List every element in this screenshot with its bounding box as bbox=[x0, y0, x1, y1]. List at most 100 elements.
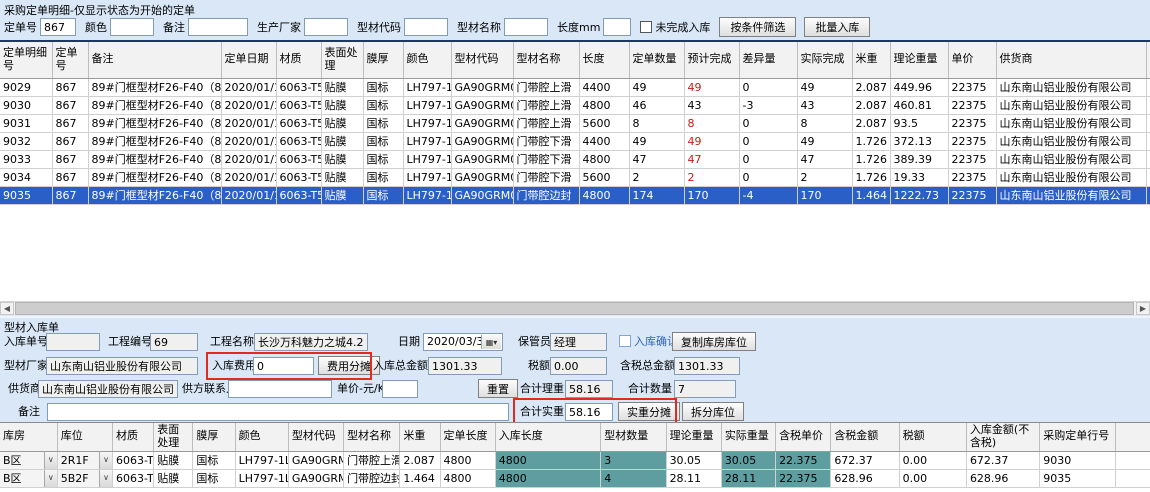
dropdown-arrow-icon[interactable]: ∨ bbox=[99, 452, 112, 469]
column-header[interactable]: 预计完成 bbox=[684, 42, 739, 78]
horizontal-scrollbar[interactable]: ◀ ▶ bbox=[0, 301, 1150, 315]
column-header[interactable]: 型材名称 bbox=[344, 423, 400, 451]
calendar-dropdown-icon[interactable]: ▦▾ bbox=[481, 335, 501, 349]
column-header[interactable]: 定单日期 bbox=[221, 42, 276, 78]
column-header[interactable]: 型材数量 bbox=[601, 423, 666, 451]
column-header[interactable]: 入库金额(不含税) bbox=[966, 423, 1039, 451]
filter-by-condition-button[interactable]: 按条件筛选 bbox=[719, 17, 796, 37]
column-header[interactable]: 型材代码 bbox=[451, 42, 513, 78]
table-row[interactable]: 903186789#门框型材F26-F40（866+867）2020/01/13… bbox=[0, 114, 1150, 132]
table-row[interactable]: 903386789#门框型材F26-F40（866+867）2020/01/13… bbox=[0, 150, 1150, 168]
column-header[interactable]: 含税金额 bbox=[831, 423, 899, 451]
table-row[interactable]: 903086789#门框型材F26-F40（866+867）2020/01/13… bbox=[0, 96, 1150, 114]
total-qty-label: 合计数量 bbox=[628, 380, 672, 398]
date-picker[interactable]: 2020/03/31 ▦▾ bbox=[423, 333, 503, 351]
weight-share-button[interactable]: 实重分摊 bbox=[618, 402, 680, 421]
dropdown-arrow-icon[interactable]: ∨ bbox=[99, 470, 112, 487]
supplier-contact-input[interactable] bbox=[228, 380, 332, 398]
column-header[interactable] bbox=[1115, 423, 1150, 451]
cell: 30.05 bbox=[666, 451, 721, 469]
project-name-input[interactable] bbox=[254, 333, 368, 351]
supplier-input[interactable] bbox=[38, 380, 178, 398]
project-no-input[interactable] bbox=[150, 333, 198, 351]
column-header[interactable]: 理论重量 bbox=[666, 423, 721, 451]
cell: 0 bbox=[739, 150, 797, 168]
table-row[interactable]: 902986789#门框型材F26-F40（866+867）2020/01/13… bbox=[0, 78, 1150, 96]
inbound-confirm-checkbox[interactable] bbox=[619, 335, 631, 347]
table-row[interactable]: 903486789#门框型材F26-F40（866+867）2020/01/13… bbox=[0, 168, 1150, 186]
column-header[interactable]: 表面处理 bbox=[321, 42, 363, 78]
total-amount-input[interactable] bbox=[428, 357, 502, 375]
column-header[interactable]: 米重 bbox=[400, 423, 440, 451]
column-header[interactable]: 差异量 bbox=[739, 42, 797, 78]
batch-inbound-button[interactable]: 批量入库 bbox=[804, 17, 870, 37]
color-input[interactable] bbox=[110, 18, 154, 36]
cell: 22.375 bbox=[776, 451, 831, 469]
column-header[interactable]: 材质 bbox=[276, 42, 321, 78]
column-header[interactable]: 税额 bbox=[899, 423, 966, 451]
cell: 43 bbox=[797, 96, 852, 114]
manufacturer-input[interactable] bbox=[304, 18, 348, 36]
profile-code-input[interactable] bbox=[404, 18, 448, 36]
reset-button[interactable]: 重置 bbox=[478, 379, 518, 398]
column-header[interactable]: 定单号 bbox=[52, 42, 88, 78]
column-header[interactable]: 材质 bbox=[113, 423, 154, 451]
scrollbar-thumb[interactable] bbox=[15, 302, 1134, 315]
column-header[interactable]: 定单明细号 bbox=[0, 42, 52, 78]
column-header[interactable]: 库房 bbox=[0, 423, 57, 451]
inbound-fee-input[interactable] bbox=[253, 357, 314, 375]
inbound-remark-input[interactable] bbox=[47, 403, 509, 421]
column-header[interactable]: 膜厚 bbox=[193, 423, 235, 451]
cell: 1.726 bbox=[852, 150, 890, 168]
column-header[interactable] bbox=[1146, 42, 1150, 78]
table-row[interactable]: 903586789#门框型材F26-F40（866+867）2020/01/13… bbox=[0, 186, 1150, 204]
column-header[interactable]: 膜厚 bbox=[363, 42, 403, 78]
length-input[interactable] bbox=[603, 18, 631, 36]
column-header[interactable]: 入库长度 bbox=[495, 423, 601, 451]
tax-input[interactable] bbox=[550, 357, 607, 375]
column-header[interactable]: 型材代码 bbox=[288, 423, 343, 451]
scroll-right-arrow-icon[interactable]: ▶ bbox=[1136, 302, 1150, 315]
column-header[interactable]: 实际重量 bbox=[721, 423, 775, 451]
unfinished-inbound-checkbox[interactable] bbox=[640, 21, 652, 33]
total-actual-weight-input[interactable] bbox=[565, 403, 613, 421]
column-header[interactable]: 采购定单行号 bbox=[1040, 423, 1115, 451]
copy-warehouse-location-button[interactable]: 复制库房库位 bbox=[672, 332, 756, 351]
unit-price-input[interactable] bbox=[382, 380, 418, 398]
total-with-tax-input[interactable] bbox=[674, 357, 740, 375]
column-header[interactable]: 实际完成 bbox=[797, 42, 852, 78]
cell: -3 bbox=[739, 96, 797, 114]
inbound-order-no-input[interactable] bbox=[46, 333, 100, 351]
scroll-left-arrow-icon[interactable]: ◀ bbox=[0, 302, 14, 315]
column-header[interactable]: 定单数量 bbox=[629, 42, 684, 78]
remark-input[interactable] bbox=[188, 18, 248, 36]
total-qty-input[interactable] bbox=[674, 380, 736, 398]
keeper-input[interactable] bbox=[550, 333, 607, 351]
column-header[interactable]: 颜色 bbox=[403, 42, 451, 78]
factory-input[interactable] bbox=[46, 357, 198, 375]
column-header[interactable]: 型材名称 bbox=[513, 42, 579, 78]
cell: 628.96 bbox=[831, 469, 899, 487]
total-theory-weight-input[interactable] bbox=[565, 380, 613, 398]
table-row[interactable]: B区∨2R1F∨6063-T5贴膜国标LH797-1LL0GA90GRM03门带… bbox=[0, 451, 1150, 469]
cell: 贴膜 bbox=[321, 186, 363, 204]
column-header[interactable]: 长度 bbox=[579, 42, 629, 78]
column-header[interactable]: 供货商 bbox=[996, 42, 1146, 78]
column-header[interactable]: 理论重量 bbox=[890, 42, 948, 78]
split-location-button[interactable]: 拆分库位 bbox=[682, 402, 744, 421]
column-header[interactable]: 表面处理 bbox=[154, 423, 193, 451]
profile-name-input[interactable] bbox=[504, 18, 548, 36]
column-header[interactable]: 含税单价 bbox=[776, 423, 831, 451]
column-header[interactable]: 颜色 bbox=[235, 423, 288, 451]
table-row[interactable]: 903286789#门框型材F26-F40（866+867）2020/01/13… bbox=[0, 132, 1150, 150]
fee-share-button[interactable]: 费用分摊 bbox=[318, 356, 380, 375]
column-header[interactable]: 定单长度 bbox=[440, 423, 495, 451]
dropdown-arrow-icon[interactable]: ∨ bbox=[44, 452, 57, 469]
order-no-input[interactable] bbox=[40, 18, 76, 36]
column-header[interactable]: 米重 bbox=[852, 42, 890, 78]
table-row[interactable]: B区∨5B2F∨6063-T5贴膜国标LH797-1LL0GA90GRM05门带… bbox=[0, 469, 1150, 487]
column-header[interactable]: 备注 bbox=[88, 42, 221, 78]
dropdown-arrow-icon[interactable]: ∨ bbox=[44, 470, 57, 487]
column-header[interactable]: 单价 bbox=[948, 42, 996, 78]
column-header[interactable]: 库位 bbox=[57, 423, 112, 451]
